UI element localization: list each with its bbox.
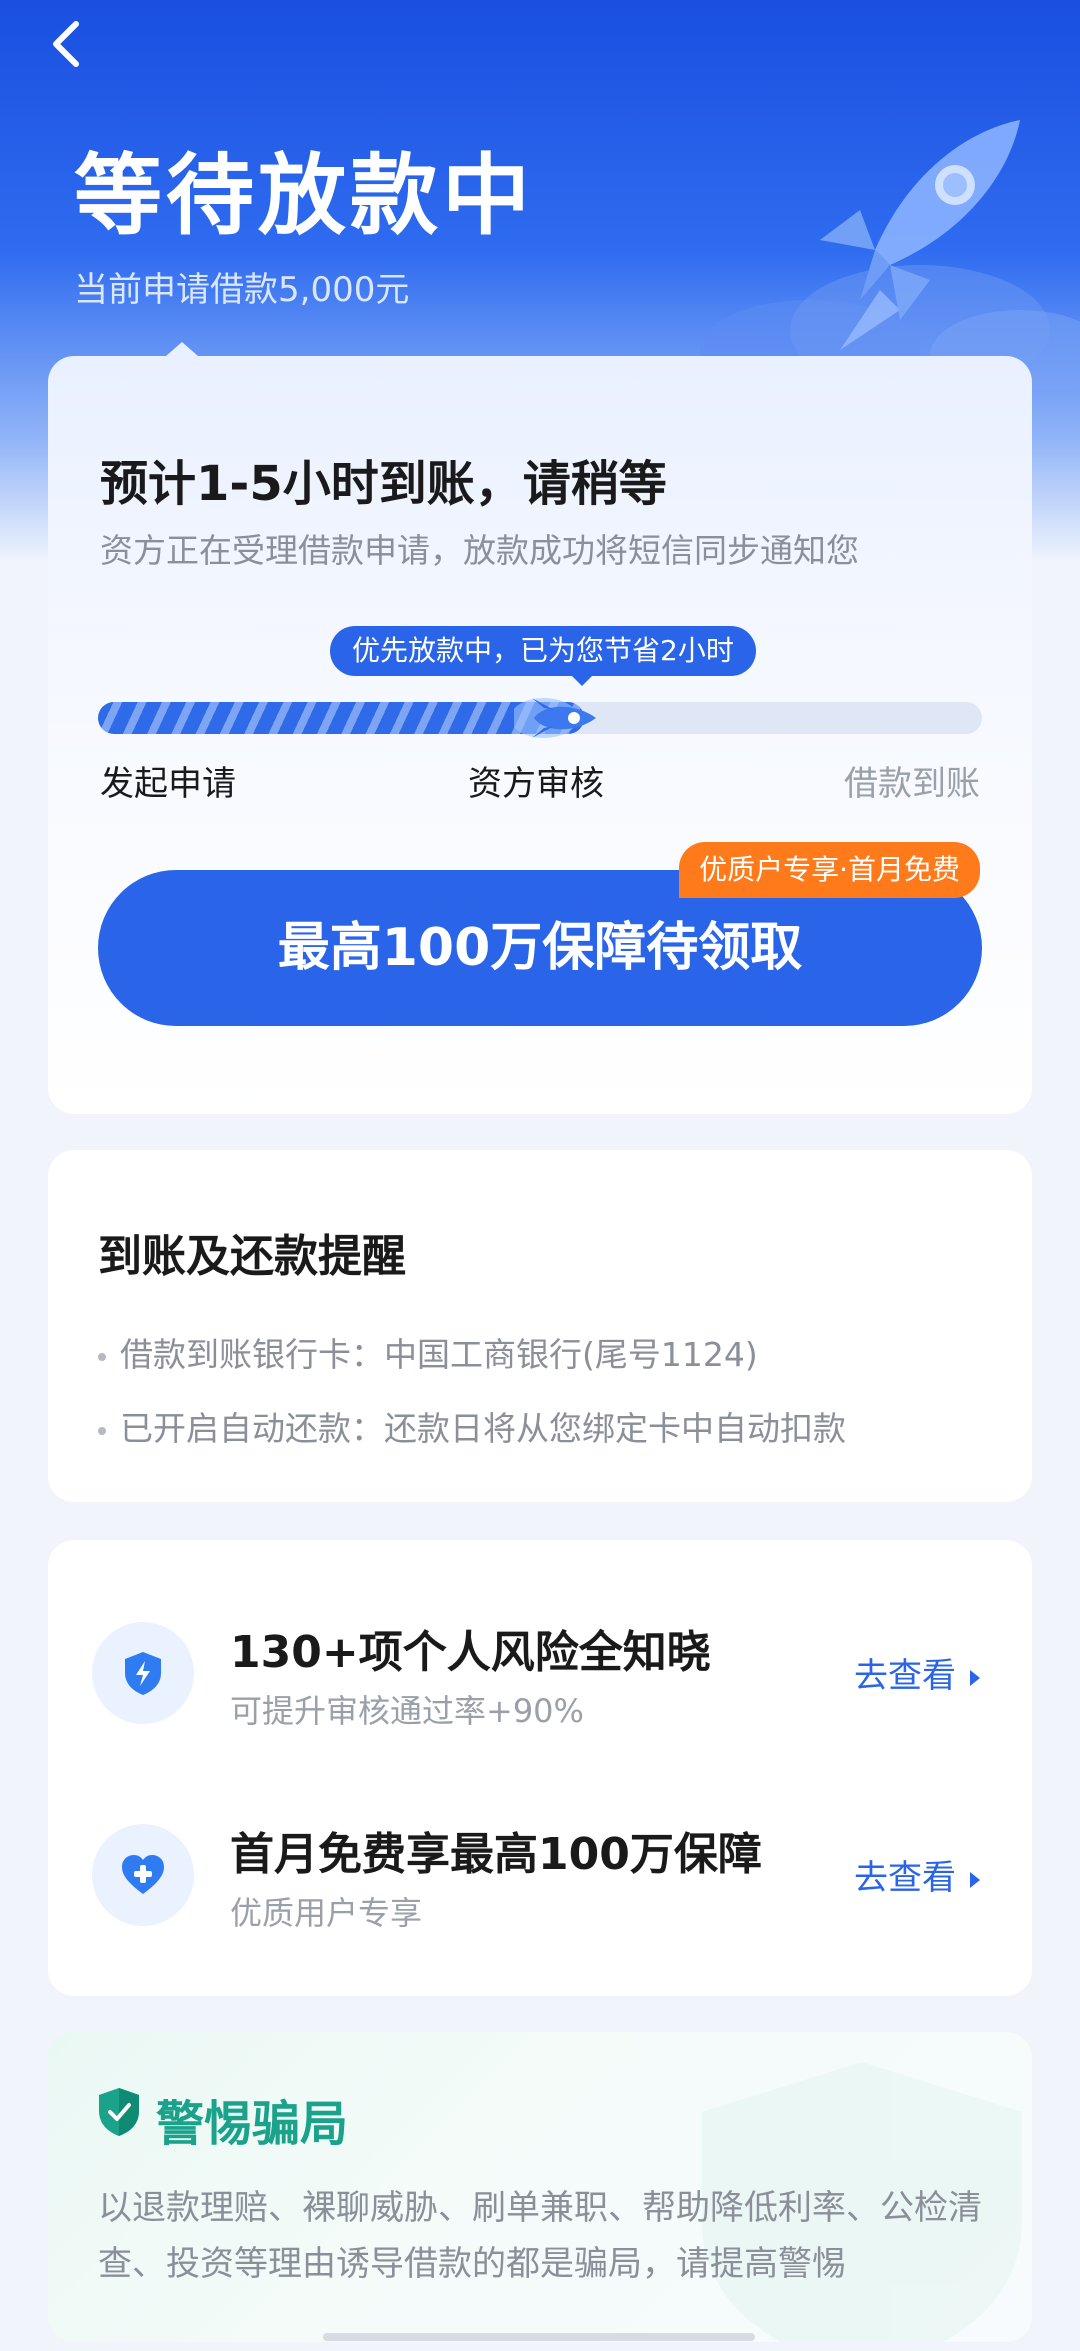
exclusive-badge: 优质户专享·首月免费: [679, 842, 980, 898]
auto-repay-reminder: 已开启自动还款：还款日将从您绑定卡中自动扣款: [98, 1402, 846, 1450]
step-review: 资方审核: [468, 764, 604, 804]
page-title: 等待放款中: [74, 144, 535, 247]
progress-rocket-icon: [514, 698, 596, 738]
loan-amount-text: 当前申请借款5,000元: [74, 270, 410, 310]
heart-plus-icon: [122, 1855, 164, 1894]
service-subtitle: 优质用户专享: [230, 1894, 423, 1932]
service-icon-bg: [92, 1824, 194, 1926]
eta-title: 预计1-5小时到账，请稍等: [100, 456, 667, 512]
reminder-text: 借款到账银行卡：中国工商银行(尾号1124): [120, 1335, 758, 1374]
shield-check-icon: [99, 2088, 139, 2136]
chevron-left-icon: [53, 21, 79, 67]
service-title: 130+项个人风险全知晓: [230, 1627, 711, 1678]
tooltip-arrow: [570, 674, 594, 686]
link-label: 去查看: [854, 1858, 956, 1898]
reminder-title: 到账及还款提醒: [98, 1231, 406, 1282]
service-row-protection[interactable]: 首月免费享最高100万保障 优质用户专享 去查看: [48, 1798, 1032, 1948]
fraud-warning-title: 警惕骗局: [156, 2096, 349, 2152]
bank-card-reminder: 借款到账银行卡：中国工商银行(尾号1124): [98, 1328, 758, 1376]
view-protection-link[interactable]: 去查看: [854, 1850, 980, 1899]
service-icon-bg: [92, 1622, 194, 1724]
bullet-dot: [98, 1426, 106, 1435]
step-apply: 发起申请: [100, 764, 236, 804]
services-card: 130+项个人风险全知晓 可提升审核通过率+90% 去查看 首月免费享最高100…: [48, 1540, 1032, 1996]
shield-lightning-icon: [125, 1652, 161, 1695]
view-risk-link[interactable]: 去查看: [854, 1648, 980, 1697]
reminder-text: 已开启自动还款：还款日将从您绑定卡中自动扣款: [120, 1409, 846, 1448]
service-row-risk[interactable]: 130+项个人风险全知晓 可提升审核通过率+90% 去查看: [48, 1596, 1032, 1746]
link-label: 去查看: [854, 1656, 956, 1696]
step-arrival: 借款到账: [844, 764, 980, 804]
loan-status-card: 预计1-5小时到账，请稍等 资方正在受理借款申请，放款成功将短信同步通知您 优先…: [48, 342, 1032, 1114]
rocket-icon: [820, 120, 1020, 350]
fraud-warning-body: 以退款理赔、裸聊威胁、刷单兼职、帮助降低利率、公检清查、投资等理由诱导借款的都是…: [98, 2188, 982, 2284]
eta-description: 资方正在受理借款申请，放款成功将短信同步通知您: [100, 531, 859, 570]
priority-tooltip: 优先放款中，已为您节省2小时: [330, 626, 756, 676]
triangle-right-icon: [970, 1669, 980, 1686]
reminder-card: 到账及还款提醒 借款到账银行卡：中国工商银行(尾号1124) 已开启自动还款：还…: [48, 1150, 1032, 1502]
triangle-right-icon: [970, 1871, 980, 1888]
fraud-warning-card: 警惕骗局 以退款理赔、裸聊威胁、刷单兼职、帮助降低利率、公检清查、投资等理由诱导…: [48, 2032, 1032, 2342]
card-notch: [166, 342, 198, 356]
progress-bar: [98, 698, 982, 738]
back-button[interactable]: [40, 14, 100, 74]
service-subtitle: 可提升审核通过率+90%: [230, 1692, 584, 1730]
home-indicator[interactable]: [323, 2333, 755, 2341]
progress-fill: [98, 702, 584, 734]
bullet-dot: [98, 1352, 106, 1361]
service-title: 首月免费享最高100万保障: [230, 1829, 762, 1880]
